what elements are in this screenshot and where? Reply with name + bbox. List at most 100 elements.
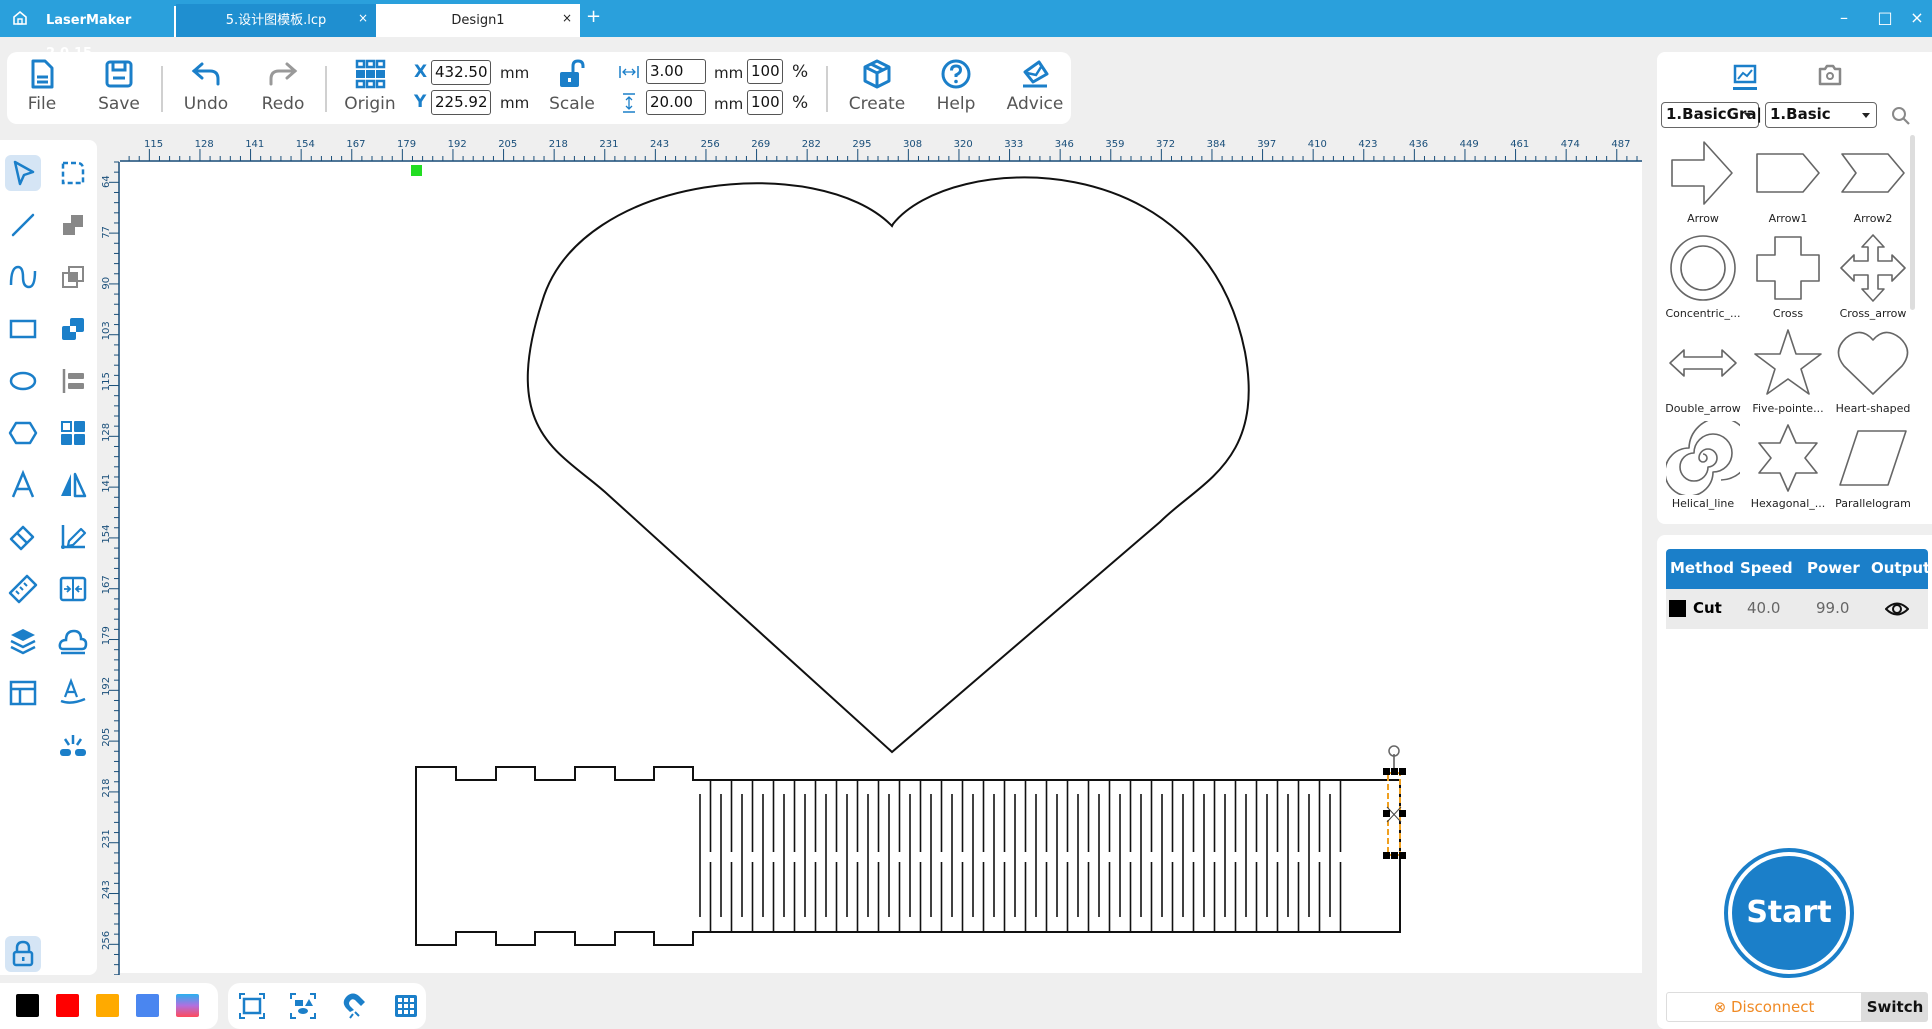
tab-file[interactable]: 5.设计图模板.lcp × — [176, 4, 376, 37]
file-button[interactable]: File — [7, 58, 77, 114]
x-position-input[interactable]: 432.50 — [431, 60, 491, 85]
minimize-button[interactable]: – — [1832, 8, 1856, 27]
union-tool[interactable] — [55, 311, 91, 347]
vertical-ruler[interactable]: 64 77 90 103 115 128 141 154 167 179 192 205 218 231 2… — [97, 130, 120, 975]
add-tab-button[interactable]: + — [586, 6, 601, 27]
library-shape-heart-shaped[interactable]: Heart-shaped — [1831, 326, 1915, 415]
switch-button[interactable]: Switch — [1862, 992, 1928, 1022]
cloud-tool[interactable] — [55, 623, 91, 659]
subcategory-select[interactable]: 1.Basic — [1765, 102, 1877, 128]
library-shape-arrow[interactable]: Arrow — [1661, 136, 1745, 225]
fit-canvas-icon[interactable] — [238, 992, 266, 1020]
select-tool[interactable] — [5, 155, 41, 191]
heart-shape[interactable] — [526, 176, 1250, 754]
height-input[interactable]: 20.00 — [646, 90, 706, 115]
library-shape-cross-arrow[interactable]: Cross_arrow — [1831, 231, 1915, 320]
ruler-tick-label: 243 — [101, 880, 112, 899]
grid-icon[interactable] — [392, 992, 420, 1020]
camera-icon — [1818, 64, 1842, 86]
library-shape-arrow1[interactable]: Arrow1 — [1746, 136, 1830, 225]
origin-button[interactable]: Origin — [335, 58, 405, 114]
search-icon[interactable] — [1891, 106, 1911, 126]
color-swatch-gradient[interactable] — [176, 994, 199, 1017]
create-button[interactable]: Create — [842, 58, 912, 114]
rectangle-tool[interactable] — [5, 311, 41, 347]
text-tool[interactable] — [5, 467, 41, 503]
category-select[interactable]: 1.BasicGra| — [1661, 102, 1762, 128]
shape-name: Five-pointe... — [1752, 402, 1824, 415]
disconnect-button[interactable]: ⊗ Disconnect — [1666, 992, 1862, 1022]
height-percent-input[interactable]: 100 — [747, 90, 783, 115]
curve-tool[interactable] — [5, 259, 41, 295]
box-living-hinge-shape[interactable] — [415, 766, 1401, 946]
save-icon — [105, 60, 133, 88]
color-swatch-red[interactable] — [56, 994, 79, 1017]
width-percent-sign: % — [792, 62, 809, 82]
magnet-snap-icon[interactable] — [341, 992, 369, 1020]
align-tool[interactable] — [55, 363, 91, 399]
undo-icon — [191, 62, 220, 86]
library-scrollbar[interactable] — [1910, 135, 1915, 310]
ruler-tick-label: 128 — [195, 139, 214, 150]
shape-preview-icon — [1669, 349, 1737, 377]
fit-selection-icon[interactable] — [289, 992, 317, 1020]
shape-name: Double_arrow — [1665, 402, 1741, 415]
save-button[interactable]: Save — [84, 58, 154, 114]
ruler-tick-label: 218 — [549, 139, 568, 150]
close-tab-icon[interactable]: × — [358, 2, 368, 35]
tab-design[interactable]: Design1 × — [376, 4, 580, 37]
color-swatch-orange[interactable] — [96, 994, 119, 1017]
layout-tool[interactable] — [5, 675, 41, 711]
redo-button[interactable]: Redo — [248, 58, 318, 114]
design-canvas[interactable] — [120, 162, 1642, 973]
layer-color-swatch[interactable] — [1669, 600, 1686, 617]
horizontal-ruler[interactable]: mm 1151281411541671791922052182312432562… — [97, 130, 1642, 162]
undo-button[interactable]: Undo — [171, 58, 241, 114]
eraser-tool[interactable] — [5, 519, 41, 555]
selection-handles[interactable] — [1383, 745, 1406, 859]
library-shape-arrow2[interactable]: Arrow2 — [1831, 136, 1915, 225]
intersect-tool[interactable] — [55, 259, 91, 295]
tab-graphics[interactable] — [1725, 60, 1765, 100]
combine-tool[interactable] — [55, 207, 91, 243]
text-on-path-tool[interactable] — [55, 675, 91, 711]
layer-row[interactable]: Cut 40.0 99.0 — [1666, 589, 1928, 629]
mirror-tool[interactable] — [55, 467, 91, 503]
width-input[interactable]: 3.00 — [646, 59, 706, 84]
laser-tool[interactable] — [55, 727, 91, 763]
start-button[interactable]: Start — [1724, 848, 1854, 978]
header-power: Power — [1807, 559, 1860, 577]
y-position-input[interactable]: 225.92 — [431, 90, 491, 115]
draw-edit-tool[interactable] — [55, 519, 91, 555]
scale-lock-button[interactable]: Scale — [537, 58, 607, 114]
library-shape-five-pointe[interactable]: Five-pointe... — [1746, 326, 1830, 415]
width-percent-input[interactable]: 100 — [747, 59, 783, 84]
eye-icon[interactable] — [1885, 601, 1909, 617]
library-shape-parallelogram[interactable]: Parallelogram — [1831, 421, 1915, 510]
start-label: Start — [1732, 856, 1846, 970]
library-shape-concentric[interactable]: Concentric_... — [1661, 231, 1745, 320]
line-tool[interactable] — [5, 207, 41, 243]
close-window-button[interactable]: × — [1905, 8, 1929, 27]
help-button[interactable]: Help — [921, 58, 991, 114]
color-swatch-black[interactable] — [16, 994, 39, 1017]
library-shape-helical-line[interactable]: Helical_line — [1661, 421, 1745, 510]
measure-tool[interactable] — [5, 571, 41, 607]
array-tool[interactable] — [55, 415, 91, 451]
close-tab-icon[interactable]: × — [562, 2, 572, 35]
color-swatch-blue[interactable] — [136, 994, 159, 1017]
library-shape-double-arrow[interactable]: Double_arrow — [1661, 326, 1745, 415]
library-shape-hexagonal[interactable]: Hexagonal_... — [1746, 421, 1830, 510]
ellipse-tool[interactable] — [5, 363, 41, 399]
lock-tool[interactable] — [5, 936, 41, 972]
ruler-tick-label: 449 — [1460, 139, 1479, 150]
distribute-tool[interactable] — [55, 571, 91, 607]
layers-tool[interactable] — [5, 623, 41, 659]
polygon-tool[interactable] — [5, 415, 41, 451]
tab-camera[interactable] — [1810, 60, 1850, 100]
advice-button[interactable]: Advice — [1000, 58, 1070, 114]
maximize-button[interactable]: □ — [1873, 8, 1897, 27]
library-shape-cross[interactable]: Cross — [1746, 231, 1830, 320]
path-edit-tool[interactable] — [55, 155, 91, 191]
shape-preview-icon — [1670, 235, 1736, 301]
